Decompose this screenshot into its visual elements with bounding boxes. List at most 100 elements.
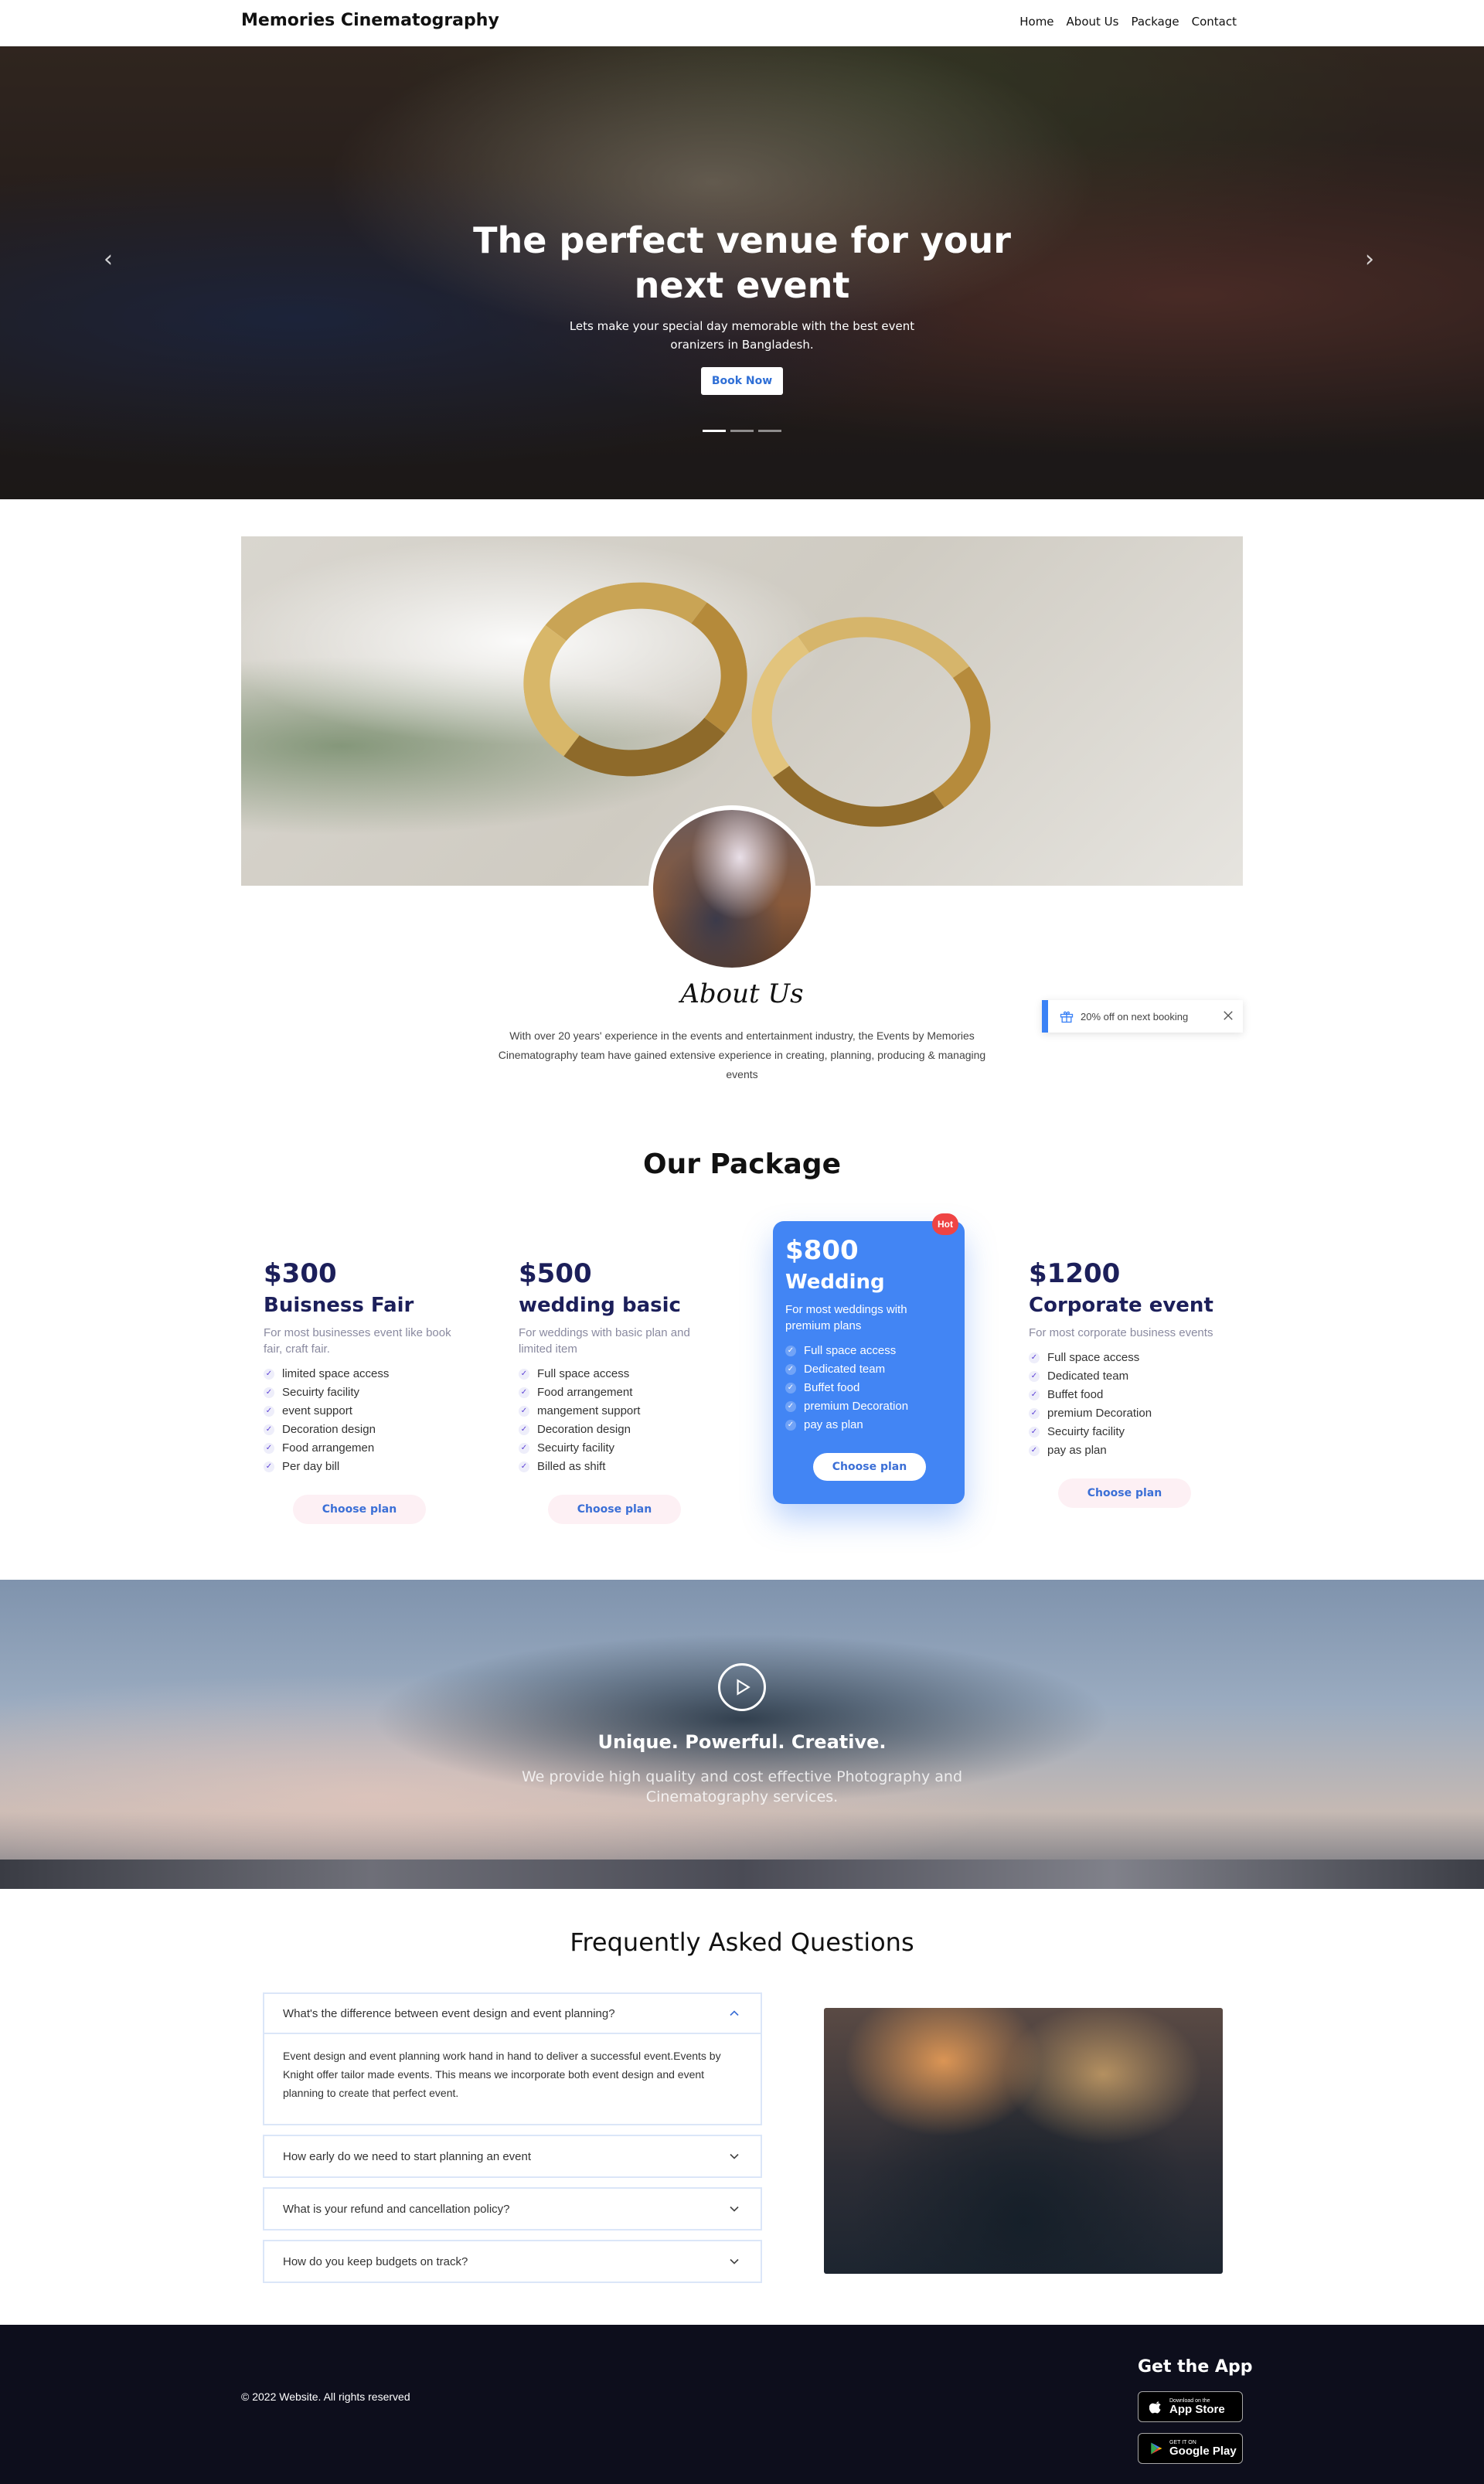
plan-card-corporate: $1200 Corporate event For most corporate… xyxy=(1029,1258,1220,1508)
play-icon[interactable] xyxy=(718,1663,766,1711)
plan-feature: ✓ Buffet food xyxy=(785,1379,952,1397)
plan-card-business: $300 Buisness Fair For most businesses e… xyxy=(264,1258,455,1524)
faq-question-text: What's the difference between event desi… xyxy=(283,2006,615,2020)
check-icon: ✓ xyxy=(519,1369,529,1380)
google-play-label: Google Play xyxy=(1169,2444,1237,2458)
navbar: Memories Cinematography Home About Us Pa… xyxy=(0,0,1484,46)
check-icon: ✓ xyxy=(1029,1445,1040,1456)
packages-title: Our Package xyxy=(643,1148,841,1180)
gift-icon xyxy=(1060,1011,1074,1023)
check-icon: ✓ xyxy=(519,1387,529,1398)
faq-answer: Event design and event planning work han… xyxy=(283,2050,721,2099)
carousel-indicator-3[interactable] xyxy=(758,430,781,432)
plan-feature: ✓ mangement support xyxy=(519,1402,710,1421)
google-play-button[interactable]: GET IT ON Google Play xyxy=(1138,2433,1243,2464)
check-icon: ✓ xyxy=(1029,1390,1040,1400)
close-icon[interactable] xyxy=(1221,1009,1235,1023)
faq-item: How do you keep budgets on track? xyxy=(263,2240,762,2283)
faq-question[interactable]: What's the difference between event desi… xyxy=(264,1994,761,2034)
hero-subtitle: Lets make your special day memorable wit… xyxy=(569,319,915,352)
faq-accordion: What's the difference between event desi… xyxy=(263,1992,762,2292)
plan-description: For most corporate business events xyxy=(1029,1326,1213,1339)
faq-question[interactable]: How early do we need to start planning a… xyxy=(264,2136,761,2176)
carousel-indicator-2[interactable] xyxy=(730,430,754,432)
plan-features: ✓ Full space access ✓ Food arrangement ✓ ma… xyxy=(519,1365,710,1476)
plan-features: ✓ Full space access ✓ Dedicated team ✓ Buff… xyxy=(1029,1349,1220,1460)
faq-item: What's the difference between event desi… xyxy=(263,1992,762,2125)
carousel-indicators xyxy=(703,430,781,432)
carousel-indicator-1[interactable] xyxy=(703,430,726,432)
plan-feature: ✓ Buffet food xyxy=(1029,1386,1220,1404)
faq-question[interactable]: How do you keep budgets on track? xyxy=(264,2241,761,2282)
check-icon: ✓ xyxy=(785,1420,796,1431)
plan-name: wedding basic xyxy=(519,1294,681,1317)
faq-question-text: How do you keep budgets on track? xyxy=(283,2254,468,2268)
check-icon: ✓ xyxy=(1029,1371,1040,1382)
check-icon: ✓ xyxy=(264,1406,274,1417)
choose-plan-button[interactable]: Choose plan xyxy=(1058,1478,1191,1508)
couple-avatar xyxy=(648,805,815,972)
concert-crowd-image xyxy=(824,2008,1223,2274)
wedding-ring-image xyxy=(511,568,760,791)
brand-logo[interactable]: Memories Cinematography xyxy=(241,11,499,30)
footer xyxy=(0,2325,1484,2484)
book-now-button[interactable]: Book Now xyxy=(701,367,783,395)
nav-item-contact[interactable]: Contact xyxy=(1192,15,1237,29)
check-icon: ✓ xyxy=(264,1387,274,1398)
faq-question-text: How early do we need to start planning a… xyxy=(283,2149,532,2163)
chevron-right-icon[interactable]: › xyxy=(1365,246,1374,273)
plan-card-wedding: $800 Wedding For most weddings with prem… xyxy=(773,1221,965,1504)
plan-name: Corporate event xyxy=(1029,1294,1213,1317)
choose-plan-button[interactable]: Choose plan xyxy=(548,1495,681,1524)
get-app-title: Get the App xyxy=(1138,2357,1253,2377)
faq-item: How early do we need to start planning a… xyxy=(263,2135,762,2178)
plan-name: Wedding xyxy=(785,1271,885,1294)
choose-plan-button[interactable]: Choose plan xyxy=(813,1453,926,1481)
check-icon: ✓ xyxy=(264,1461,274,1472)
apple-icon xyxy=(1149,2401,1161,2414)
wedding-ring-image xyxy=(734,598,1008,846)
chevron-left-icon[interactable]: ‹ xyxy=(104,246,113,273)
check-icon: ✓ xyxy=(264,1424,274,1435)
plan-feature: ✓ premium Decoration xyxy=(785,1397,952,1416)
plan-price: $800 xyxy=(785,1235,859,1266)
check-icon: ✓ xyxy=(785,1346,796,1356)
nav-links: Home About Us Package Contact xyxy=(1019,15,1237,29)
nav-item-package[interactable]: Package xyxy=(1131,15,1179,29)
app-store-button[interactable]: Download on the App Store xyxy=(1138,2391,1243,2422)
plan-feature: ✓ pay as plan xyxy=(785,1416,952,1434)
plan-feature: ✓ Secuirty facility xyxy=(519,1439,710,1458)
copyright: © 2022 Website. All rights reserved xyxy=(241,2390,410,2403)
check-icon: ✓ xyxy=(519,1406,529,1417)
check-icon: ✓ xyxy=(1029,1408,1040,1419)
plan-price: $1200 xyxy=(1029,1258,1121,1289)
plan-feature: ✓ Food arrangemen xyxy=(264,1439,455,1458)
choose-plan-button[interactable]: Choose plan xyxy=(293,1495,426,1524)
plan-feature: ✓ Per day bill xyxy=(264,1458,455,1476)
check-icon: ✓ xyxy=(264,1443,274,1454)
nav-item-home[interactable]: Home xyxy=(1019,15,1053,29)
plan-card-wedding-basic: $500 wedding basic For weddings with bas… xyxy=(519,1258,710,1524)
plan-feature: ✓ Food arrangement xyxy=(519,1383,710,1402)
chevron-up-icon[interactable] xyxy=(727,2006,742,2021)
chevron-down-icon[interactable] xyxy=(727,2149,742,2164)
plan-description: For most weddings with premium plans xyxy=(785,1303,907,1332)
plan-description: For most businesses event like book fair… xyxy=(264,1326,451,1356)
plan-features: ✓ limited space access ✓ Secuirty facility… xyxy=(264,1365,455,1476)
plan-price: $500 xyxy=(519,1258,592,1289)
plan-feature: ✓ Full space access xyxy=(785,1342,952,1360)
plan-feature: ✓ event support xyxy=(264,1402,455,1421)
check-icon: ✓ xyxy=(264,1369,274,1380)
plan-feature: ✓ Decoration design xyxy=(264,1421,455,1439)
plan-feature: ✓ Secuirty facility xyxy=(1029,1423,1220,1441)
nav-item-about[interactable]: About Us xyxy=(1067,15,1119,29)
promo-toast[interactable]: 20% off on next booking xyxy=(1042,1000,1243,1033)
check-icon: ✓ xyxy=(519,1461,529,1472)
about-title: About Us xyxy=(680,978,804,1009)
plan-feature: ✓ pay as plan xyxy=(1029,1441,1220,1460)
chevron-down-icon[interactable] xyxy=(727,2254,742,2269)
chevron-down-icon[interactable] xyxy=(727,2201,742,2217)
faq-question[interactable]: What is your refund and cancellation pol… xyxy=(264,2189,761,2229)
video-subtitle: We provide high quality and cost effecti… xyxy=(522,1768,962,1805)
plan-feature: ✓ Billed as shift xyxy=(519,1458,710,1476)
